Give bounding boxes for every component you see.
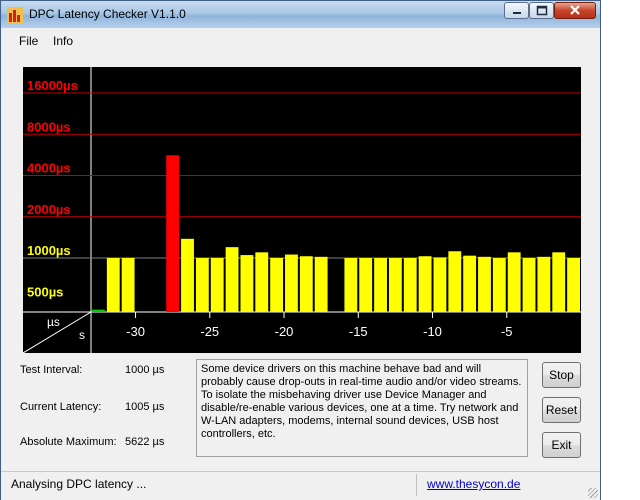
latency-bar [492, 258, 506, 312]
latency-bar [299, 256, 313, 312]
latency-bar [270, 258, 284, 312]
minimize-icon [513, 12, 521, 14]
latency-bar [463, 255, 477, 312]
latency-bar [92, 309, 105, 312]
latency-bar [225, 247, 239, 312]
x-tick-label: -10 [423, 324, 442, 339]
exit-button[interactable]: Exit [542, 432, 581, 458]
title-bar[interactable]: DPC Latency Checker V1.1.0 [1, 1, 600, 28]
y-axis-unit-label: µs [47, 315, 60, 329]
app-icon [7, 7, 23, 23]
latency-bar [418, 256, 432, 312]
resize-grip-icon[interactable] [588, 488, 598, 498]
latency-bar [344, 258, 358, 312]
close-button[interactable] [554, 2, 596, 19]
latency-bar [552, 252, 566, 312]
reset-button[interactable]: Reset [542, 397, 581, 423]
current-latency-value: 1005 µs [125, 401, 165, 413]
latency-bar [374, 258, 387, 312]
latency-bar [285, 254, 298, 312]
menu-file[interactable]: File [19, 34, 38, 48]
latency-bar [478, 256, 491, 312]
x-tick-label: -25 [200, 324, 219, 339]
y-tick-label: 1000µs [27, 243, 71, 258]
close-icon [570, 5, 580, 15]
test-interval-label: Test Interval: [20, 364, 83, 376]
current-latency-label: Current Latency: [20, 401, 102, 413]
absolute-maximum-value: 5622 µs [125, 436, 165, 448]
y-tick-label: 2000µs [27, 202, 71, 217]
status-divider [416, 474, 417, 496]
latency-bar [106, 258, 120, 312]
latency-chart: 16000µs 8000µs 4000µs 2000µs 1000µs 500µs -30 -… [23, 67, 581, 353]
latency-bar [195, 258, 209, 312]
y-tick-label: 500µs [27, 284, 63, 299]
x-tick-label: -30 [126, 324, 145, 339]
x-tick-label: -15 [349, 324, 368, 339]
status-bar: Analysing DPC latency ... www.thesycon.d… [1, 471, 600, 500]
menu-info[interactable]: Info [53, 34, 73, 48]
latency-bar [255, 252, 269, 312]
maximize-button[interactable] [529, 2, 554, 19]
latency-bar [522, 258, 536, 312]
test-interval-value: 1000 µs [125, 364, 165, 376]
stop-button[interactable]: Stop [542, 362, 581, 388]
maximize-icon [536, 5, 548, 16]
x-tick-label: -5 [501, 324, 513, 339]
latency-bar [433, 257, 447, 312]
y-tick-label: 16000µs [27, 78, 78, 93]
x-axis-unit-label: s [79, 328, 85, 342]
app-window: DPC Latency Checker V1.1.0 File Info 160… [0, 0, 601, 500]
info-text: Some device drivers on this machine beha… [201, 363, 522, 440]
latency-bar [537, 256, 551, 312]
minimize-button[interactable] [504, 2, 529, 19]
window-title: DPC Latency Checker V1.1.0 [29, 7, 186, 21]
status-text: Analysing DPC latency ... [11, 477, 147, 491]
absolute-maximum-label: Absolute Maximum: [20, 436, 117, 448]
latency-bar [181, 238, 194, 312]
latency-bar [507, 252, 521, 312]
y-tick-label: 8000µs [27, 119, 71, 134]
latency-bar [166, 155, 180, 312]
latency-bar [240, 255, 254, 312]
latency-bar [359, 258, 373, 312]
latency-bar [314, 256, 328, 312]
latency-bar [210, 258, 224, 312]
latency-bar [448, 251, 462, 312]
x-tick-label: -20 [275, 324, 294, 339]
latency-bar [121, 258, 135, 312]
latency-bar [388, 258, 402, 312]
info-textbox[interactable]: Some device drivers on this machine beha… [196, 359, 528, 457]
latency-bar [403, 258, 417, 312]
menu-bar: File Info [1, 28, 600, 54]
y-tick-label: 4000µs [27, 161, 71, 176]
latency-bar [567, 258, 580, 312]
website-link[interactable]: www.thesycon.de [427, 477, 520, 491]
